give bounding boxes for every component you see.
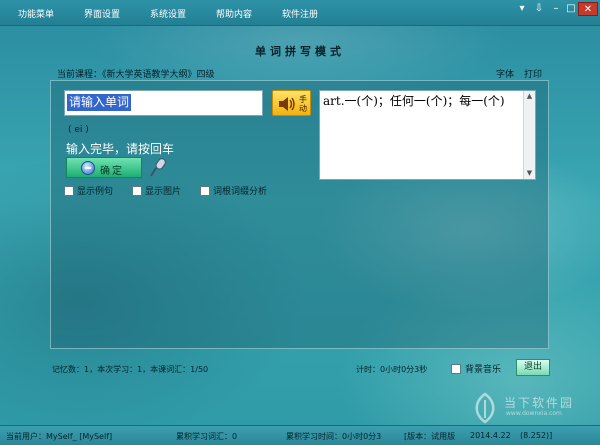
show-examples-label: 显示例句 <box>77 187 114 197</box>
font-link[interactable]: 字体 <box>496 67 514 80</box>
minimize-icon[interactable]: – <box>548 2 564 16</box>
status-bar: 当前用户：MySelf_ [MySelf] 累积学习词汇：0 累积学习时间：0小… <box>0 425 600 445</box>
status-total-words: 累积学习词汇：0 <box>176 432 238 441</box>
ok-circle-icon <box>81 161 95 175</box>
status-total-time: 累积学习时间：0小时0分3 <box>286 432 382 441</box>
menu-item-ui-settings[interactable]: 界面设置 <box>84 7 120 20</box>
study-timer: 计时：0小时0分3秒 <box>356 365 428 374</box>
meaning-text: art.一(个)；任何一(个)；每一(个) <box>323 94 505 108</box>
phonetic-text: ( ei ) <box>68 125 89 135</box>
scroll-up-icon[interactable]: ▲ <box>525 92 534 101</box>
root-analysis-checkbox[interactable]: 词根词缀分析 <box>200 184 267 197</box>
leaf-logo-icon <box>475 392 495 424</box>
confirm-button[interactable]: 确定 <box>66 157 142 178</box>
current-course-label: 当前课程： <box>57 70 103 80</box>
exit-button[interactable]: 退出 <box>516 359 550 376</box>
word-input[interactable]: 请输入单词 <box>64 90 263 116</box>
word-input-value: 请输入单词 <box>67 94 132 111</box>
show-image-checkbox[interactable]: 显示图片 <box>132 184 181 197</box>
background-music-box[interactable] <box>451 364 461 374</box>
current-course-value: 《新大学英语教学大纲》四级 <box>102 70 215 80</box>
background-music-label: 背景音乐 <box>465 365 502 375</box>
show-examples-checkbox[interactable]: 显示例句 <box>64 184 113 197</box>
meaning-scrollbar[interactable]: ▲ ▼ <box>523 91 535 179</box>
current-course: 当前课程：《新大学英语教学大纲》四级 <box>57 67 215 80</box>
background-music-checkbox[interactable]: 背景音乐 <box>451 362 501 375</box>
window-menu-icon[interactable]: ▾ <box>514 2 530 16</box>
root-analysis-box[interactable] <box>200 186 210 196</box>
watermark: 当下软件园 www.downxia.com <box>470 392 590 424</box>
show-image-label: 显示图片 <box>145 187 182 197</box>
microphone-button[interactable] <box>148 157 168 181</box>
window-pin-icon[interactable]: ⇩ <box>531 2 547 16</box>
status-version: [版本：试用版 <box>404 432 456 441</box>
page-title: 单词拼写模式 <box>255 45 345 58</box>
maximize-icon[interactable]: □ <box>563 2 579 16</box>
menu-item-system-settings[interactable]: 系统设置 <box>150 7 186 20</box>
root-analysis-label: 词根词缀分析 <box>213 187 268 197</box>
menu-item-function[interactable]: 功能菜单 <box>18 7 54 20</box>
show-image-box[interactable] <box>132 186 142 196</box>
meaning-textarea[interactable]: art.一(个)；任何一(个)；每一(个) ▲ ▼ <box>319 90 536 180</box>
close-icon[interactable]: ✕ <box>578 2 598 16</box>
watermark-line2: www.downxia.com <box>506 410 562 417</box>
status-current-user: 当前用户：MySelf_ [MySelf] <box>6 432 113 441</box>
study-stats: 记忆数：1，本次学习：1，本课词汇：1/50 <box>52 365 209 374</box>
menu-item-help[interactable]: 帮助内容 <box>216 7 252 20</box>
input-hint: 输入完毕，请按回车 <box>66 142 175 156</box>
scroll-down-icon[interactable]: ▼ <box>525 169 534 178</box>
pronounce-button[interactable]: 手动 <box>272 90 311 116</box>
menu-item-register[interactable]: 软件注册 <box>282 7 318 20</box>
show-examples-box[interactable] <box>64 186 74 196</box>
pronounce-button-label: 手动 <box>299 95 307 113</box>
menu-bar: 功能菜单 界面设置 系统设置 帮助内容 软件注册 ▾ ⇩ – □ ✕ <box>0 0 600 26</box>
print-link[interactable]: 打印 <box>524 67 542 80</box>
status-date: 2014.4.22 <box>470 431 511 440</box>
watermark-line1: 当下软件园 <box>504 396 575 410</box>
confirm-button-label: 确定 <box>100 166 124 177</box>
microphone-icon <box>150 158 166 177</box>
status-build: (8.252)] <box>520 431 553 440</box>
speaker-icon <box>279 97 295 111</box>
